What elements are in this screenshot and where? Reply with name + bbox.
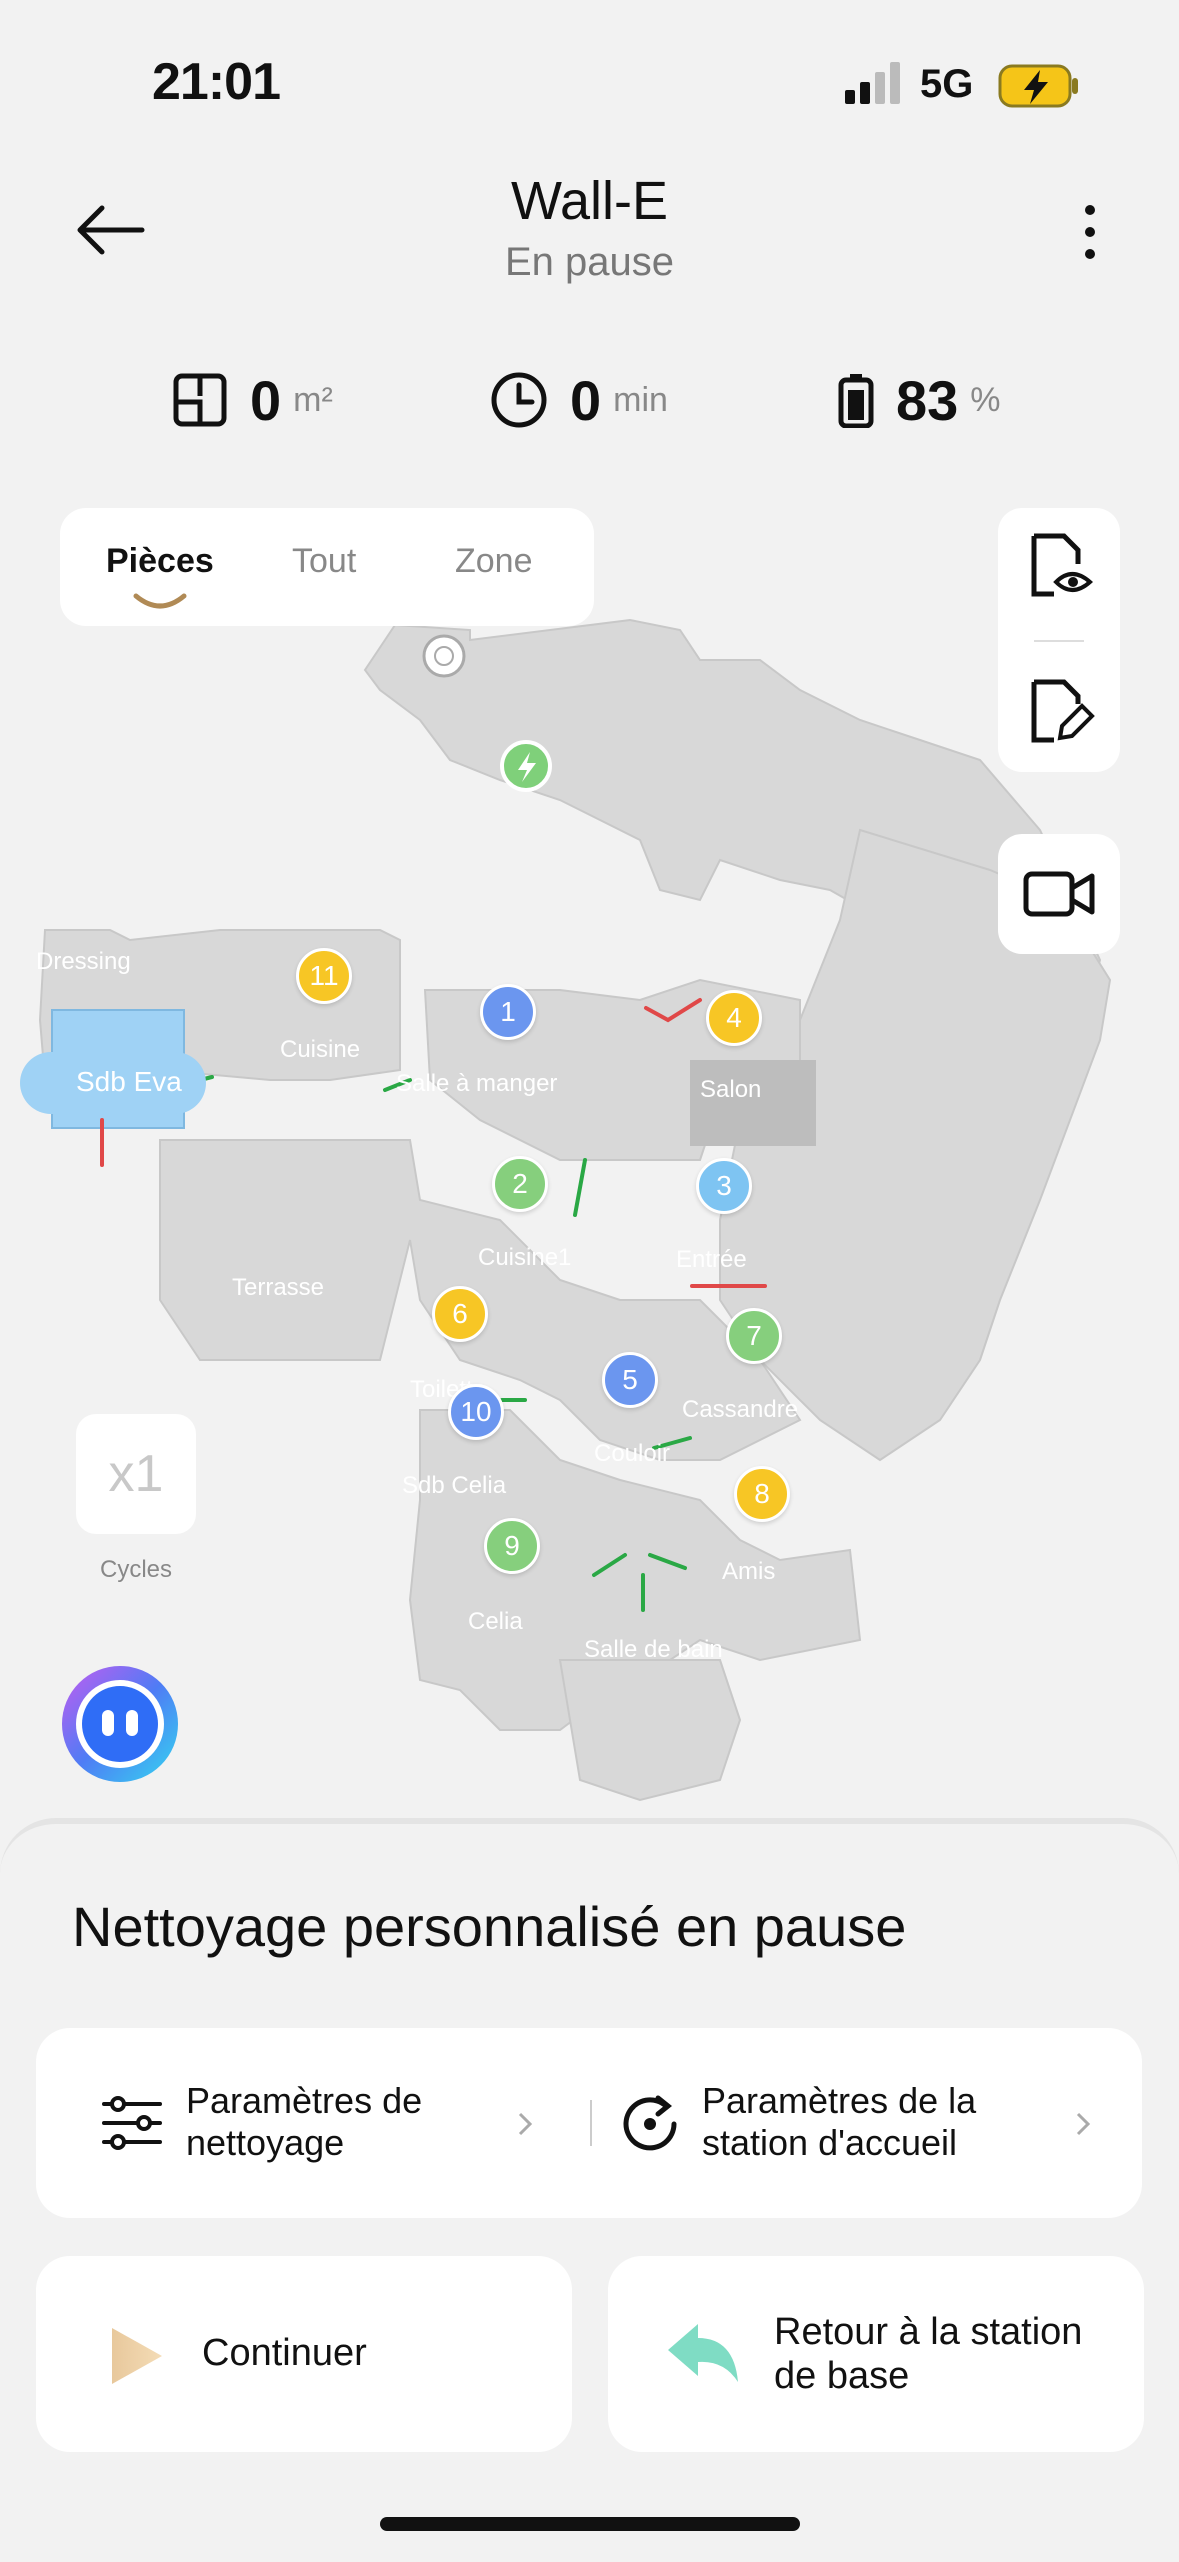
- assistant-icon[interactable]: [56, 1660, 184, 1788]
- stat-time-value: 0: [570, 368, 602, 432]
- room-label[interactable]: Salle de bain: [584, 1636, 723, 1664]
- tab-indicator: [133, 593, 187, 609]
- battery-icon: [838, 374, 874, 428]
- area-icon: [173, 373, 227, 427]
- room-label[interactable]: Celia: [468, 1608, 523, 1636]
- room-label[interactable]: Terrasse: [232, 1274, 324, 1302]
- room-marker[interactable]: 8: [734, 1466, 790, 1522]
- room-marker[interactable]: 5: [602, 1352, 658, 1408]
- room-marker[interactable]: 4: [706, 990, 762, 1046]
- room-label-selected[interactable]: Sdb Eva: [76, 1066, 182, 1098]
- tab-tout[interactable]: Tout: [292, 542, 356, 581]
- room-marker[interactable]: 1: [480, 984, 536, 1040]
- room-label[interactable]: Sdb Celia: [402, 1472, 506, 1500]
- map-tools: [998, 508, 1120, 772]
- stat-battery: 83 %: [838, 360, 1001, 440]
- room-label[interactable]: Dressing: [36, 948, 131, 976]
- stat-area-unit: m²: [293, 380, 333, 419]
- battery-charging-icon: [998, 64, 1078, 108]
- room-label[interactable]: Cuisine: [280, 1036, 360, 1064]
- room-label[interactable]: Couloir: [594, 1440, 670, 1468]
- room-label[interactable]: Cuisine1: [478, 1244, 571, 1272]
- page-title: Wall-E: [511, 171, 668, 231]
- camera-button[interactable]: [998, 834, 1120, 954]
- cycles-label: Cycles: [99, 1556, 172, 1583]
- network-type: 5G: [920, 62, 974, 106]
- play-icon: [112, 2328, 162, 2384]
- return-to-base-label[interactable]: Retour à la station de base: [774, 2310, 1094, 2398]
- room-marker[interactable]: 6: [432, 1286, 488, 1342]
- room-marker[interactable]: 11: [296, 948, 352, 1004]
- sliders-icon[interactable]: [100, 2094, 164, 2152]
- continue-label[interactable]: Continuer: [202, 2332, 367, 2375]
- stat-battery-value: 83: [896, 368, 959, 432]
- room-marker[interactable]: 7: [726, 1308, 782, 1364]
- status-time: 21:01: [152, 53, 281, 111]
- room-label[interactable]: Cassandre: [682, 1396, 798, 1424]
- dock-icon: [500, 740, 552, 792]
- room-marker[interactable]: 10: [448, 1384, 504, 1440]
- map-view-icon[interactable]: [1020, 528, 1098, 606]
- station-icon[interactable]: [618, 2092, 682, 2156]
- tool-divider: [1034, 640, 1084, 642]
- home-indicator[interactable]: [380, 2517, 800, 2531]
- robot-icon: [422, 634, 466, 678]
- room-marker[interactable]: 9: [484, 1518, 540, 1574]
- room-label[interactable]: Amis: [722, 1558, 775, 1586]
- return-icon: [668, 2324, 738, 2382]
- more-icon[interactable]: [1070, 200, 1110, 264]
- tab-pieces[interactable]: Pièces: [106, 542, 214, 581]
- station-settings-button[interactable]: Paramètres de la station d'accueil: [702, 2080, 1062, 2164]
- map-edit-icon[interactable]: [1020, 674, 1098, 752]
- clock-icon: [491, 372, 547, 428]
- chevron-right-icon: [1076, 2112, 1091, 2136]
- sheet-title: Nettoyage personnalisé en pause: [72, 1895, 907, 1958]
- room-marker[interactable]: 3: [696, 1158, 752, 1214]
- tab-zone[interactable]: Zone: [455, 542, 533, 581]
- stat-area: 0 m²: [172, 360, 333, 440]
- camera-icon: [1023, 871, 1095, 917]
- mode-tabs: Pièces Tout Zone: [60, 508, 594, 626]
- cleaning-settings-button[interactable]: Paramètres de nettoyage: [186, 2080, 486, 2164]
- signal-icon: [845, 62, 900, 104]
- stat-time-unit: min: [613, 380, 668, 419]
- chevron-right-icon: [518, 2112, 533, 2136]
- stat-area-value: 0: [250, 368, 282, 432]
- room-label[interactable]: Salon: [700, 1076, 761, 1104]
- room-label[interactable]: Entrée: [676, 1246, 747, 1274]
- room-marker[interactable]: 2: [492, 1156, 548, 1212]
- card-separator: [590, 2100, 592, 2146]
- stat-battery-unit: %: [970, 380, 1001, 419]
- room-label[interactable]: Salle à manger: [396, 1070, 557, 1098]
- cycles-button[interactable]: x1: [76, 1414, 196, 1534]
- robot-status: En pause: [504, 240, 675, 284]
- stat-time: 0 min: [490, 360, 668, 440]
